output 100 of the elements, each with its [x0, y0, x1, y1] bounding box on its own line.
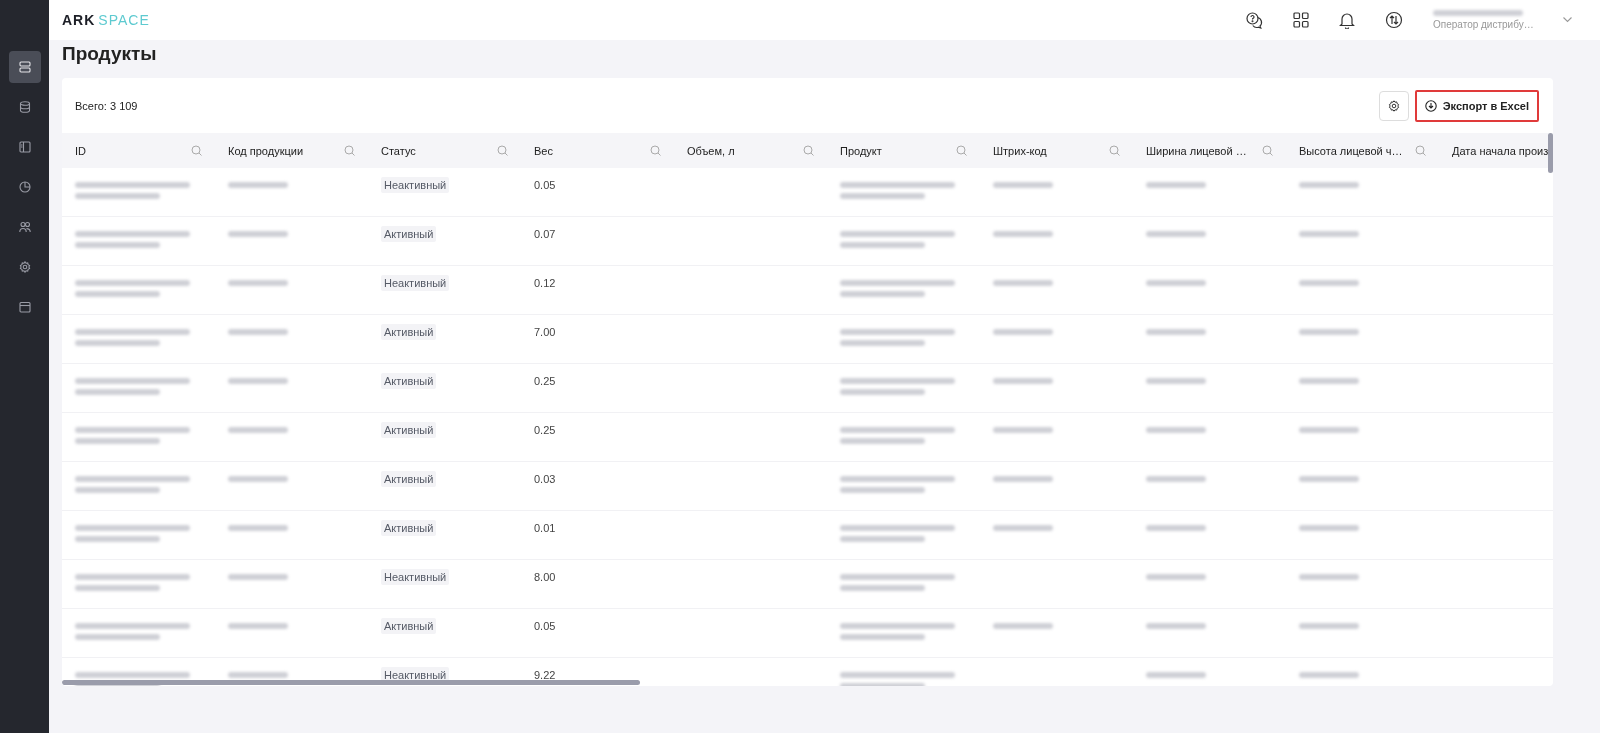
blurred-text	[1146, 672, 1206, 678]
search-icon[interactable]	[1109, 145, 1120, 156]
blurred-text	[1299, 476, 1359, 482]
table-row[interactable]: Неактивный 0.12	[62, 266, 1553, 315]
status-badge: Активный	[381, 471, 437, 487]
server-icon	[18, 61, 31, 73]
table-row[interactable]: Активный 0.05	[62, 609, 1553, 658]
search-icon[interactable]	[497, 145, 508, 156]
panel-icon	[18, 141, 31, 153]
chat-help-icon[interactable]	[1245, 11, 1263, 29]
search-icon[interactable]	[650, 145, 661, 156]
column-header: Штрих-код	[993, 144, 1047, 157]
table-row[interactable]: Активный 0.07	[62, 217, 1553, 266]
blurred-text	[228, 476, 288, 482]
blurred-text	[1146, 623, 1206, 629]
table-row[interactable]: Неактивный 8.00	[62, 560, 1553, 609]
column-header: Ширина лицевой …	[1146, 144, 1247, 157]
blurred-text	[228, 574, 288, 580]
column-header: Дата начала произ	[1452, 144, 1549, 157]
search-icon[interactable]	[803, 145, 814, 156]
table-row[interactable]: Активный 0.01	[62, 511, 1553, 560]
blurred-text	[1299, 672, 1359, 678]
blurred-text	[993, 231, 1053, 237]
blurred-text	[228, 329, 288, 335]
settings-icon	[18, 261, 31, 273]
logo[interactable]: ARK SPACE	[62, 12, 150, 28]
apps-grid-icon[interactable]	[1293, 12, 1309, 28]
blurred-text	[993, 329, 1053, 335]
search-icon[interactable]	[344, 145, 355, 156]
blurred-text	[993, 182, 1053, 188]
blurred-text	[228, 231, 288, 237]
table-cell: 0.25	[534, 424, 556, 436]
horizontal-scrollbar[interactable]	[62, 680, 640, 685]
export-button[interactable]: Экспорт в Excel	[1414, 89, 1539, 122]
settings-icon	[1387, 99, 1400, 112]
blurred-text	[993, 280, 1053, 286]
table-cell: 9.22	[534, 669, 556, 681]
blurred-text	[1299, 280, 1359, 286]
sidebar-item[interactable]	[8, 51, 41, 83]
blurred-text	[1146, 378, 1206, 384]
status-badge: Активный	[381, 324, 437, 340]
total-count: Всего: 3 109	[75, 99, 138, 112]
blurred-text	[228, 378, 288, 384]
search-icon[interactable]	[191, 145, 202, 156]
table-settings-button[interactable]	[1378, 90, 1409, 121]
blurred-text	[228, 182, 288, 188]
table-cell: 0.01	[534, 522, 556, 534]
column-header: Вес	[534, 144, 553, 157]
blurred-text	[1146, 427, 1206, 433]
user-role: Оператор дистрибу…	[1433, 19, 1533, 30]
blurred-text	[993, 476, 1053, 482]
status-badge: Неактивный	[381, 275, 450, 291]
status-badge: Активный	[381, 520, 437, 536]
table-cell: 0.07	[534, 228, 556, 240]
blurred-text	[1146, 574, 1206, 580]
vertical-scrollbar[interactable]	[1548, 133, 1553, 173]
column-header: ID	[75, 144, 86, 157]
table-row[interactable]: Активный 0.25	[62, 413, 1553, 462]
blurred-text	[228, 427, 288, 433]
column-header: Продукт	[840, 144, 882, 157]
database-icon	[18, 101, 31, 113]
blurred-text	[1299, 329, 1359, 335]
status-badge: Неактивный	[381, 569, 450, 585]
chevron-down-icon[interactable]	[1563, 17, 1572, 23]
table-cell: 0.03	[534, 473, 556, 485]
blurred-text	[1146, 231, 1206, 237]
column-header: Код продукции	[228, 144, 304, 157]
column-header: Объем, л	[687, 144, 735, 157]
table-cell: 0.25	[534, 375, 556, 387]
table-row[interactable]: Активный 7.00	[62, 315, 1553, 364]
blurred-text	[1146, 182, 1206, 188]
pie-chart-icon	[18, 181, 31, 193]
blurred-text	[993, 427, 1053, 433]
table-row[interactable]: Активный 0.25	[62, 364, 1553, 413]
status-badge: Активный	[381, 618, 437, 634]
column-header: Статус	[381, 144, 416, 157]
blurred-text	[1299, 574, 1359, 580]
blurred-text	[1146, 280, 1206, 286]
status-badge: Активный	[381, 422, 437, 438]
notification-bell-icon[interactable]	[1339, 11, 1355, 29]
status-badge: Неактивный	[381, 177, 450, 193]
blurred-text	[228, 623, 288, 629]
page-title: Продукты	[61, 42, 158, 66]
search-icon[interactable]	[1415, 145, 1426, 156]
table-cell: 8.00	[534, 571, 556, 583]
search-icon[interactable]	[1262, 145, 1273, 156]
table-cell: 0.12	[534, 277, 556, 289]
calendar-icon	[18, 301, 31, 313]
blurred-text	[1146, 525, 1206, 531]
blurred-text	[993, 623, 1053, 629]
blurred-text	[228, 280, 288, 286]
table-row[interactable]: Активный 0.03	[62, 462, 1553, 511]
search-icon[interactable]	[956, 145, 967, 156]
blurred-text	[1146, 329, 1206, 335]
blurred-text	[228, 672, 288, 678]
table-row[interactable]: Неактивный 0.05	[62, 168, 1553, 217]
status-badge: Активный	[381, 373, 437, 389]
column-header: Высота лицевой ч…	[1299, 144, 1403, 157]
swap-icon[interactable]	[1385, 11, 1403, 29]
blurred-text	[228, 525, 288, 531]
